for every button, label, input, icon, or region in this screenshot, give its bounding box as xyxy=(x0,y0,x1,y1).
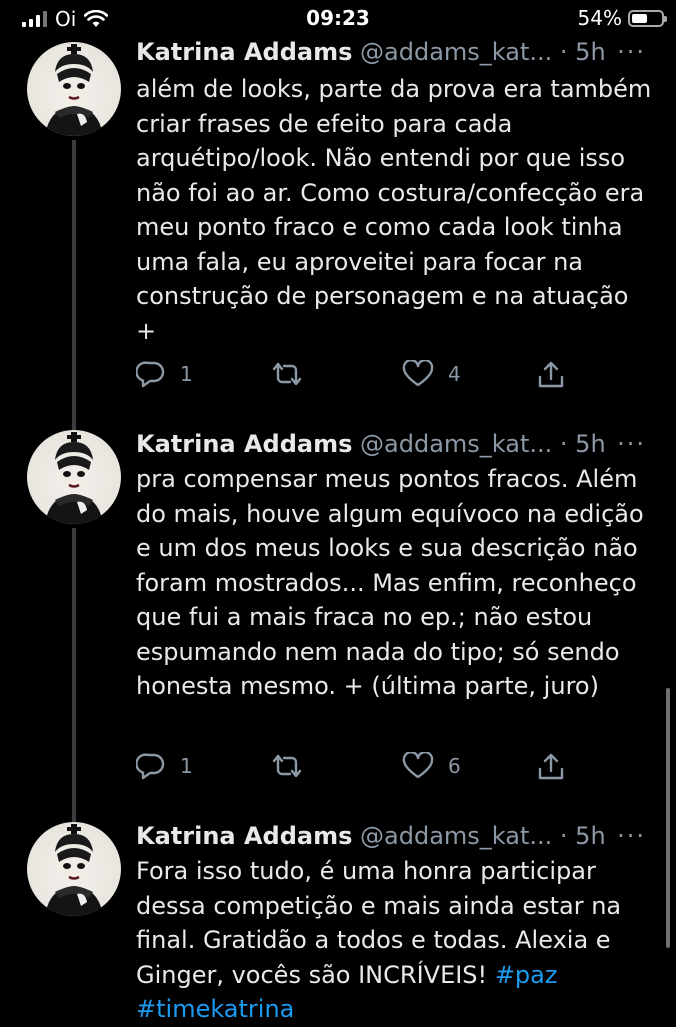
like-button[interactable]: 4 xyxy=(402,360,461,388)
retweet-button[interactable] xyxy=(270,360,304,388)
tweet-time[interactable]: · 5h xyxy=(560,822,606,850)
tweet-text: Fora isso tudo, é uma honra participar d… xyxy=(136,854,656,1027)
more-icon[interactable]: ··· xyxy=(617,430,646,458)
retweet-icon xyxy=(270,360,304,388)
tweet[interactable]: Katrina Addams @addams_kat... · 5h ··· p… xyxy=(0,430,676,824)
retweet-icon xyxy=(270,752,304,780)
status-bar: Oi 09:23 54% xyxy=(0,0,676,38)
tweet-text: além de looks, parte da prova era também… xyxy=(136,75,652,345)
like-button[interactable]: 6 xyxy=(402,752,461,780)
thread-line xyxy=(72,140,76,432)
tweet-header: Katrina Addams @addams_kat... · 5h xyxy=(136,38,656,66)
share-button[interactable] xyxy=(536,752,566,782)
tweet-actions: 1 4 xyxy=(136,360,656,394)
hashtag-link[interactable]: #paz xyxy=(495,961,558,989)
battery-fill xyxy=(632,13,648,23)
battery-icon xyxy=(628,9,667,27)
retweet-button[interactable] xyxy=(270,752,304,780)
share-button[interactable] xyxy=(536,360,566,390)
reply-icon xyxy=(136,360,166,388)
battery-percentage: 54% xyxy=(577,6,622,30)
author-handle[interactable]: @addams_kat... xyxy=(360,430,552,458)
scrollbar[interactable] xyxy=(666,688,670,948)
status-right: 54% xyxy=(577,6,667,30)
tweet-actions: 1 6 xyxy=(136,752,656,786)
tweet[interactable]: Katrina Addams @addams_kat... · 5h ··· F… xyxy=(0,822,676,1024)
avatar[interactable] xyxy=(27,822,121,916)
like-count: 4 xyxy=(448,362,461,386)
author-handle[interactable]: @addams_kat... xyxy=(360,38,552,66)
tweet[interactable]: Katrina Addams @addams_kat... · 5h ··· a… xyxy=(0,38,676,432)
heart-icon xyxy=(402,360,434,388)
share-icon xyxy=(536,752,566,782)
tweet-time[interactable]: · 5h xyxy=(560,38,606,66)
author-handle[interactable]: @addams_kat... xyxy=(360,822,552,850)
reply-button[interactable]: 1 xyxy=(136,360,193,388)
avatar[interactable] xyxy=(27,42,121,136)
tweet-header: Katrina Addams @addams_kat... · 5h xyxy=(136,430,656,458)
reply-icon xyxy=(136,752,166,780)
thread-line xyxy=(72,528,76,824)
status-time: 09:23 xyxy=(306,6,370,30)
author-name[interactable]: Katrina Addams xyxy=(136,38,352,66)
reply-count: 1 xyxy=(180,754,193,778)
hashtag-link[interactable]: #timekatrina xyxy=(136,995,294,1023)
more-icon[interactable]: ··· xyxy=(617,822,646,850)
reply-count: 1 xyxy=(180,362,193,386)
tweet-text: pra compensar meus pontos fracos. Além d… xyxy=(136,465,644,700)
share-icon xyxy=(536,360,566,390)
more-icon[interactable]: ··· xyxy=(617,38,646,66)
avatar[interactable] xyxy=(27,430,121,524)
author-name[interactable]: Katrina Addams xyxy=(136,822,352,850)
tweet-header: Katrina Addams @addams_kat... · 5h xyxy=(136,822,656,850)
heart-icon xyxy=(402,752,434,780)
reply-button[interactable]: 1 xyxy=(136,752,193,780)
like-count: 6 xyxy=(448,754,461,778)
tweet-time[interactable]: · 5h xyxy=(560,430,606,458)
author-name[interactable]: Katrina Addams xyxy=(136,430,352,458)
